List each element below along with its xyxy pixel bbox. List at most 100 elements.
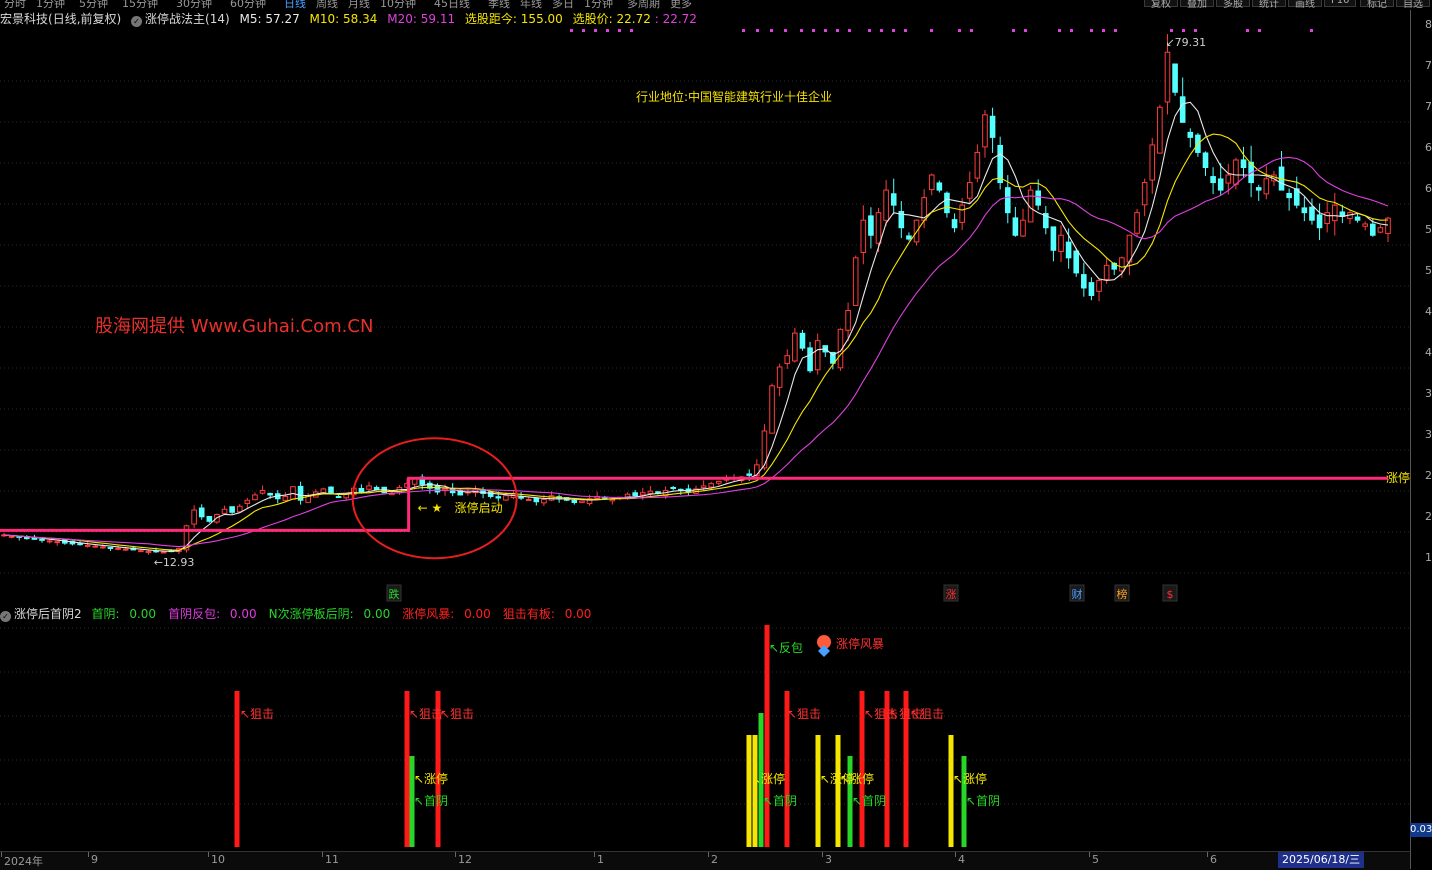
candle-body[interactable]	[244, 499, 251, 504]
candle-body[interactable]	[776, 366, 783, 388]
candle-body[interactable]	[259, 489, 266, 494]
candle-body[interactable]	[609, 498, 616, 502]
candle-body[interactable]	[928, 174, 935, 191]
signal-bar[interactable]	[815, 735, 821, 847]
signal-sub-chart[interactable]: ↖狙击 ↖狙击↖狙击 ↖狙击 ↖狙击↖狙击↖狙击↖涨停 ↖涨停 ↖涨停↖涨停 ↖涨停↖首阴 ↖…	[0, 621, 1410, 851]
candle-body[interactable]	[1119, 257, 1125, 272]
period-item[interactable]: 日线	[284, 0, 306, 9]
candle-body[interactable]	[541, 498, 547, 504]
candle-body[interactable]	[198, 507, 205, 518]
period-item[interactable]: 30分钟	[176, 0, 212, 9]
candle-body[interactable]	[1141, 182, 1148, 206]
candle-body[interactable]	[1286, 192, 1292, 199]
candle-body[interactable]	[518, 496, 524, 499]
period-item[interactable]: 季线	[488, 0, 510, 9]
toolbar-button[interactable]: 叠加	[1180, 0, 1214, 9]
period-item[interactable]: 分时	[4, 0, 26, 9]
toolbar-button[interactable]: 画线	[1288, 0, 1322, 9]
candle-body[interactable]	[814, 340, 821, 371]
period-item[interactable]: 月线	[348, 0, 370, 9]
candle-body[interactable]	[1096, 279, 1102, 292]
candle-body[interactable]	[670, 486, 676, 489]
candle-body[interactable]	[328, 486, 334, 494]
signal-bar[interactable]	[234, 691, 240, 847]
signal-bar[interactable]	[764, 625, 770, 847]
signal-bar[interactable]	[835, 735, 841, 847]
period-item[interactable]: 1分钟	[36, 0, 65, 9]
candle-body[interactable]	[746, 473, 753, 476]
candle-body[interactable]	[1134, 212, 1140, 234]
candle-body[interactable]	[160, 551, 167, 554]
candle-body[interactable]	[373, 486, 380, 491]
signal-bar[interactable]	[948, 735, 954, 847]
toolbar-button[interactable]: 自选	[1396, 0, 1430, 9]
candle-body[interactable]	[1301, 207, 1308, 214]
candle-body[interactable]	[1172, 63, 1178, 93]
candle-body[interactable]	[1164, 51, 1171, 103]
candle-body[interactable]	[1369, 223, 1376, 236]
candle-body[interactable]	[1217, 178, 1224, 191]
candle-body[interactable]	[792, 332, 798, 362]
signal-bar[interactable]	[746, 735, 752, 847]
candle-body[interactable]	[1210, 176, 1216, 184]
candle-body[interactable]	[1035, 190, 1041, 206]
candle-body[interactable]	[1233, 159, 1239, 185]
candle-body[interactable]	[639, 492, 646, 496]
candle-body[interactable]	[1255, 187, 1262, 191]
candle-body[interactable]	[1004, 187, 1011, 214]
toolbar-button[interactable]: 复权	[1144, 0, 1178, 9]
candle-body[interactable]	[252, 494, 258, 501]
candle-body[interactable]	[39, 538, 45, 541]
candle-body[interactable]	[1157, 106, 1163, 154]
candle-body[interactable]	[92, 545, 99, 548]
candle-body[interactable]	[632, 492, 638, 497]
candle-body[interactable]	[860, 219, 867, 253]
candle-body[interactable]	[1316, 214, 1323, 229]
indicator-name[interactable]: 涨停战法主(14)	[145, 12, 230, 26]
candle-body[interactable]	[107, 547, 114, 550]
candle-body[interactable]	[145, 550, 152, 553]
candle-body[interactable]	[495, 496, 502, 499]
candle-body[interactable]	[548, 495, 555, 501]
period-item[interactable]: 15分钟	[122, 0, 158, 9]
candle-body[interactable]	[944, 192, 950, 214]
candle-body[interactable]	[700, 485, 707, 489]
candle-body[interactable]	[1187, 131, 1194, 138]
period-item[interactable]: 1分钟	[584, 0, 613, 9]
candle-body[interactable]	[503, 495, 509, 501]
candle-body[interactable]	[1240, 159, 1247, 168]
candle-body[interactable]	[799, 332, 806, 349]
candle-body[interactable]	[883, 189, 889, 221]
toolbar-button[interactable]: 统计	[1252, 0, 1286, 9]
candle-body[interactable]	[77, 543, 83, 546]
candle-body[interactable]	[1088, 282, 1095, 296]
candle-body[interactable]	[1263, 178, 1270, 195]
candle-body[interactable]	[267, 492, 273, 496]
candle-body[interactable]	[46, 540, 53, 543]
period-item[interactable]: 60分钟	[230, 0, 266, 9]
candle-body[interactable]	[434, 485, 441, 493]
candle-body[interactable]	[1149, 144, 1156, 181]
candle-body[interactable]	[571, 499, 578, 503]
signal-bar[interactable]	[752, 735, 758, 847]
period-item[interactable]: 周线	[316, 0, 338, 9]
candle-body[interactable]	[951, 219, 958, 229]
candle-body[interactable]	[852, 257, 859, 306]
candle-body[interactable]	[769, 385, 775, 434]
period-item[interactable]: 5分钟	[79, 0, 108, 9]
candle-body[interactable]	[366, 485, 372, 490]
candle-body[interactable]	[115, 547, 121, 550]
candle-body[interactable]	[1309, 206, 1315, 221]
candle-body[interactable]	[1331, 204, 1338, 222]
candle-body[interactable]	[54, 541, 61, 544]
candle-body[interactable]	[845, 310, 851, 331]
candle-body[interactable]	[936, 182, 943, 191]
sub-indicator-name[interactable]: 涨停后首阴2	[14, 607, 82, 621]
candle-body[interactable]	[1103, 264, 1110, 280]
candle-body[interactable]	[1073, 250, 1080, 274]
candle-body[interactable]	[525, 498, 532, 501]
candle-body[interactable]	[647, 490, 654, 494]
candle-body[interactable]	[1050, 226, 1057, 251]
candle-body[interactable]	[335, 496, 342, 499]
candle-body[interactable]	[1020, 219, 1026, 237]
